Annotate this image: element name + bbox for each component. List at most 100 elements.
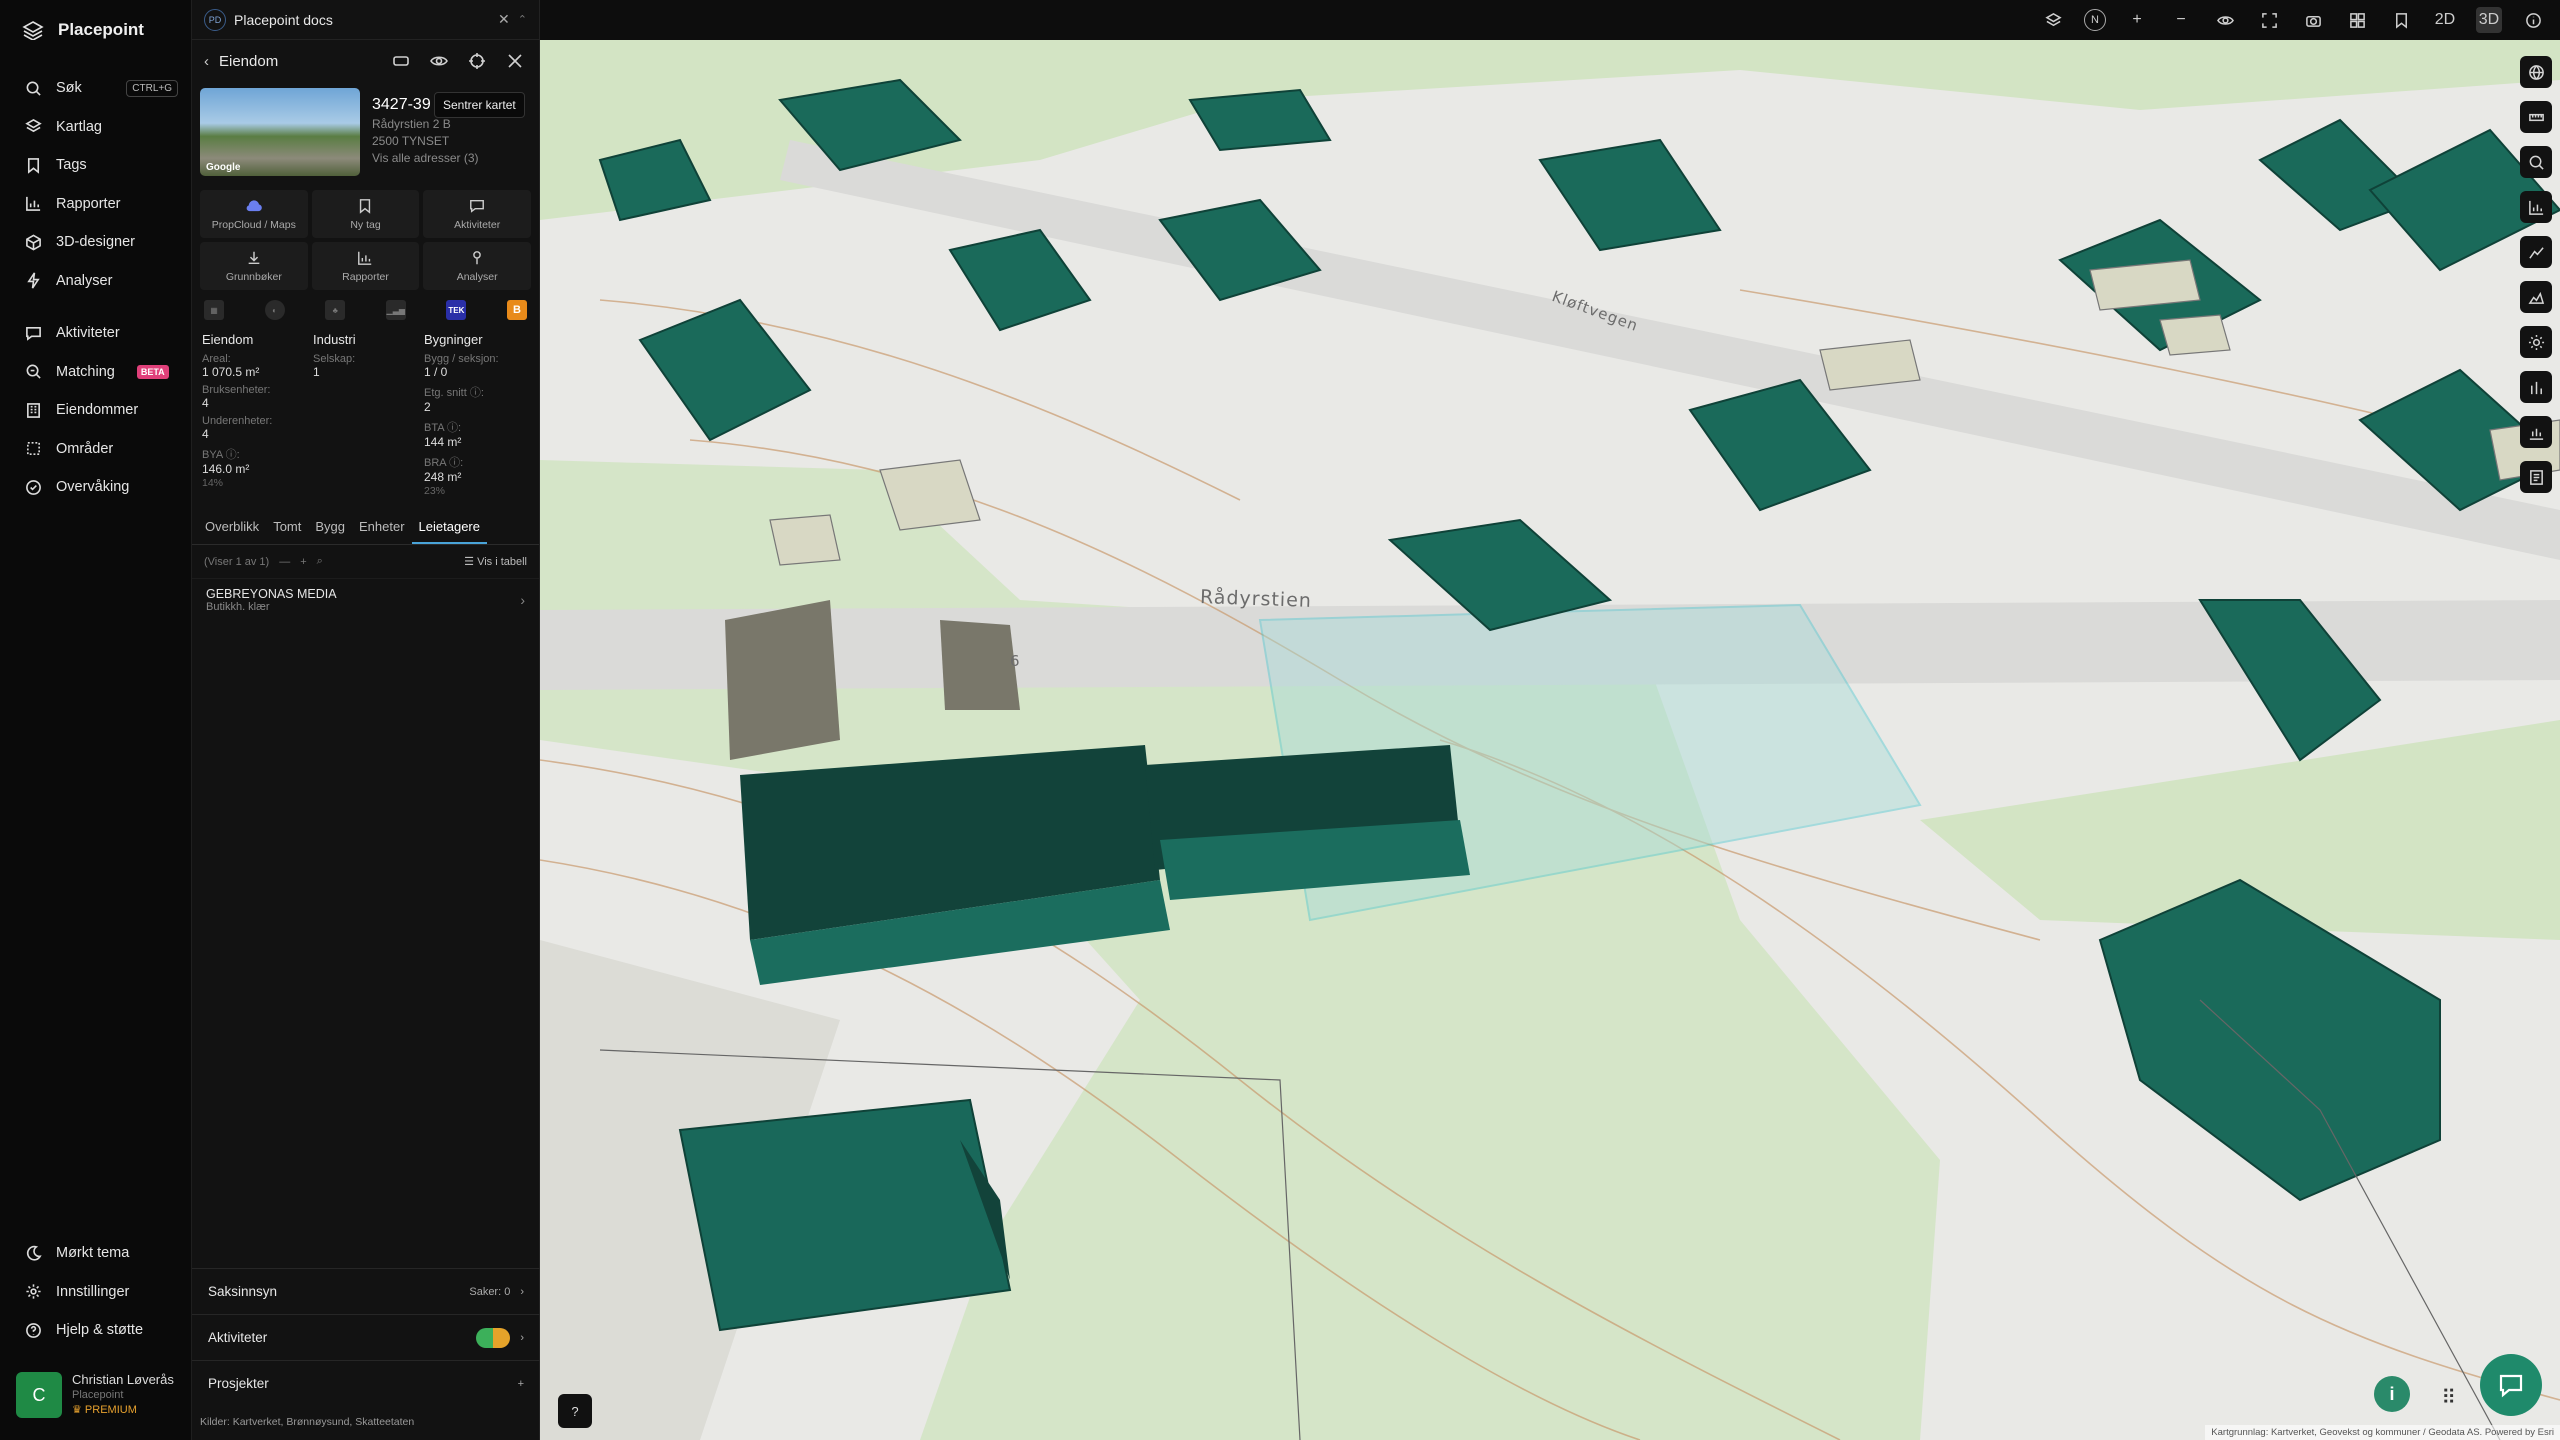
map-tool-globe-icon[interactable]: [2520, 56, 2552, 88]
source-link[interactable]: Kartverket,: [233, 1416, 284, 1428]
stat-key: Areal:: [202, 353, 231, 365]
source-link[interactable]: Brønnøysund,: [286, 1416, 352, 1428]
layers-toggle-icon[interactable]: [2040, 7, 2066, 33]
propcloud-button[interactable]: PropCloud / Maps: [200, 190, 308, 238]
add-project-button[interactable]: +: [518, 1378, 524, 1390]
map-tool-measure-icon[interactable]: [2520, 101, 2552, 133]
section-saksinnsyn[interactable]: Saksinnsyn Saker: 0 ›: [192, 1268, 540, 1314]
workspace-name[interactable]: Placepoint docs: [234, 12, 333, 28]
nav-item-analyser[interactable]: Analyser: [0, 262, 192, 301]
nav-item-eiendommer[interactable]: Eiendommer: [0, 391, 192, 430]
chat-button[interactable]: [2480, 1354, 2542, 1416]
source-icon-3[interactable]: ♣: [325, 300, 346, 320]
nav-item-tags[interactable]: Tags: [0, 146, 192, 185]
nav-item-help[interactable]: Hjelp & støtte: [0, 1311, 192, 1350]
map-tool-chart-icon[interactable]: [2520, 191, 2552, 223]
tab-bygg[interactable]: Bygg: [308, 511, 352, 544]
table-view-button[interactable]: ☰ Vis i tabell: [464, 555, 527, 568]
tek-badge[interactable]: TEK: [446, 300, 467, 320]
fullscreen-icon[interactable]: [2256, 7, 2282, 33]
info-icon[interactable]: [2520, 7, 2546, 33]
action-label: Rapporter: [342, 270, 389, 283]
section-prosjekter[interactable]: Prosjekter +: [192, 1360, 540, 1406]
mode-3d-button[interactable]: 3D: [2476, 7, 2502, 33]
brand-logo[interactable]: Placepoint: [22, 20, 144, 40]
street-view-icon[interactable]: [389, 49, 413, 73]
nav-item-kartlag[interactable]: Kartlag: [0, 108, 192, 147]
drag-handle-icon[interactable]: ⠿: [2441, 1385, 2456, 1410]
activities-button[interactable]: Aktiviteter: [423, 190, 531, 238]
map-tool-stats-icon[interactable]: [2520, 416, 2552, 448]
grid-icon[interactable]: [2344, 7, 2370, 33]
left-navigation: Placepoint Søk CTRL+G Kartlag Tags Rappor…: [0, 0, 192, 1440]
nav-item-settings[interactable]: Innstillinger: [0, 1273, 192, 1312]
camera-icon[interactable]: [2300, 7, 2326, 33]
street-photo[interactable]: Google: [200, 88, 360, 176]
source-icon-2[interactable]: ◐: [264, 300, 285, 320]
all-addresses-link[interactable]: Vis alle adresser (3): [372, 151, 479, 165]
nav-item-omrader[interactable]: Områder: [0, 430, 192, 469]
close-panel-icon[interactable]: [503, 49, 527, 73]
list-item[interactable]: GEBREYONAS MEDIA Butikkh. klær ›: [192, 578, 539, 621]
info-button[interactable]: i: [2374, 1376, 2410, 1412]
nav-label: 3D-designer: [56, 234, 135, 251]
plus-icon[interactable]: +: [300, 556, 306, 568]
reports-button[interactable]: Rapporter: [311, 242, 420, 290]
source-link[interactable]: Skatteetaten: [355, 1416, 414, 1428]
nav-label: Matching: [56, 363, 115, 380]
map-3d-view[interactable]: Rådyrstien Kløftvegen 6 ? i ⠿ Kartgrunnl…: [540, 40, 2560, 1440]
nav-label: Søk: [56, 80, 82, 97]
nav-item-sok[interactable]: Søk CTRL+G: [0, 69, 192, 108]
map-help-button[interactable]: ?: [558, 1394, 592, 1428]
tab-enheter[interactable]: Enheter: [352, 511, 412, 544]
nav-item-overvaking[interactable]: Overvåking: [0, 468, 192, 507]
tab-tomt[interactable]: Tomt: [266, 511, 308, 544]
panel-header: ‹ Eiendom: [192, 40, 539, 82]
map-tool-search-area-icon[interactable]: [2520, 146, 2552, 178]
nav-item-matching[interactable]: Matching BETA: [0, 353, 192, 392]
chat-icon: [24, 324, 42, 342]
stat-value: 248 m²: [424, 470, 462, 484]
land-register-button[interactable]: Grunnbøker: [200, 242, 308, 290]
search-icon[interactable]: ⌕: [317, 555, 323, 568]
eye-icon[interactable]: [427, 49, 451, 73]
source-icon-1[interactable]: ▦: [204, 300, 224, 320]
section-aktiviteter[interactable]: Aktiviteter ›: [192, 1314, 540, 1360]
expand-icon[interactable]: ⌃: [518, 13, 527, 26]
action-label: PropCloud / Maps: [211, 218, 296, 231]
mode-2d-button[interactable]: 2D: [2432, 7, 2458, 33]
nav-item-dark-theme[interactable]: Mørkt tema: [0, 1234, 192, 1273]
map-tool-profile-icon[interactable]: [2520, 236, 2552, 268]
tab-overblikk[interactable]: Overblikk: [198, 511, 266, 544]
zoom-in-button[interactable]: +: [2124, 7, 2150, 33]
compass-button[interactable]: N: [2084, 9, 2106, 31]
nav-item-3d-designer[interactable]: 3D-designer: [0, 223, 192, 262]
nav-label: Eiendommer: [56, 402, 139, 419]
tab-leietagere[interactable]: Leietagere: [411, 511, 487, 544]
back-icon[interactable]: ‹: [204, 53, 209, 70]
map-tools: [2520, 56, 2552, 493]
analyses-button[interactable]: Analyser: [423, 242, 531, 290]
eye-icon[interactable]: [2212, 7, 2238, 33]
map-tool-elevation-icon[interactable]: [2520, 281, 2552, 313]
nav-item-rapporter[interactable]: Rapporter: [0, 185, 192, 224]
close-icon[interactable]: ✕: [498, 11, 510, 28]
bitcoin-icon[interactable]: B: [506, 300, 527, 320]
stats-heading: Industri: [313, 332, 356, 347]
map-tool-report-icon[interactable]: [2520, 461, 2552, 493]
user-company: Placepoint: [72, 1389, 124, 1401]
minus-icon[interactable]: —: [279, 556, 290, 568]
map-tool-bars-icon[interactable]: [2520, 371, 2552, 403]
panel-tabs: Overblikk Tomt Bygg Enheter Leietagere: [192, 511, 539, 545]
map-tool-sun-icon[interactable]: [2520, 326, 2552, 358]
workspace-badge: PD: [204, 8, 226, 31]
stat-key: BYA ⓘ:: [202, 449, 240, 461]
bookmark-icon[interactable]: [2388, 7, 2414, 33]
zoom-out-button[interactable]: −: [2168, 7, 2194, 33]
new-tag-button[interactable]: Ny tag: [311, 190, 420, 238]
user-profile[interactable]: C Christian Løverås Placepoint ♛ PREMIUM: [16, 1372, 174, 1418]
tenant-name: GEBREYONAS MEDIA: [206, 587, 337, 601]
nav-item-aktiviteter[interactable]: Aktiviteter: [0, 314, 192, 353]
source-icon-4[interactable]: ▁▃▅: [385, 300, 406, 320]
center-map-icon[interactable]: [465, 49, 489, 73]
